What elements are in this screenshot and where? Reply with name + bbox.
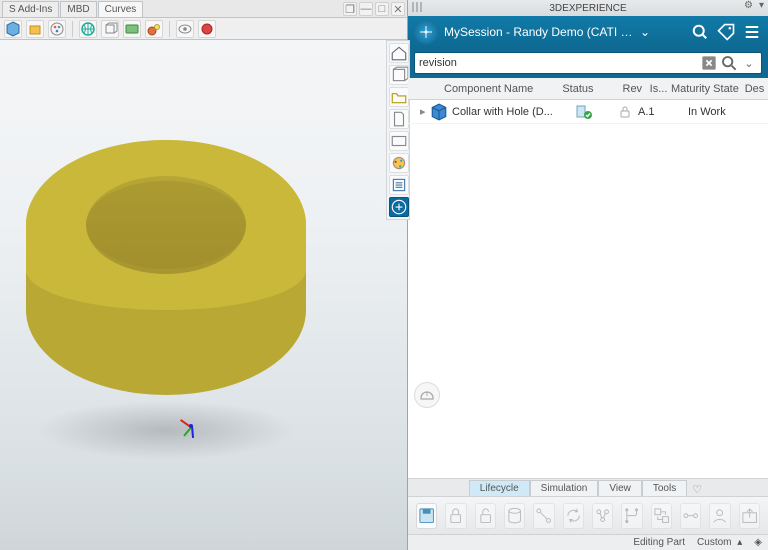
- session-dropdown-icon[interactable]: ⌄: [640, 25, 650, 39]
- toolbar-appearance-icon[interactable]: [198, 20, 216, 38]
- clear-search-icon[interactable]: [701, 55, 717, 71]
- user-icon[interactable]: [709, 503, 730, 529]
- tabs-more-icon[interactable]: ♡: [687, 483, 707, 496]
- col-status[interactable]: Status: [562, 83, 603, 95]
- tab-simulation[interactable]: Simulation: [530, 480, 599, 496]
- model-collar-part[interactable]: [26, 140, 306, 470]
- col-name[interactable]: Component Name: [444, 83, 562, 95]
- origin-triad-icon[interactable]: [181, 416, 209, 444]
- cell-maturity: In Work: [688, 106, 764, 118]
- unlock-icon[interactable]: [475, 503, 496, 529]
- window-restore-icon[interactable]: ❐: [343, 2, 357, 16]
- tab-lifecycle[interactable]: Lifecycle: [469, 480, 530, 496]
- ribbon-tab-mbd[interactable]: MBD: [60, 1, 96, 17]
- dx-side-strip: [386, 40, 410, 220]
- window-minimize-icon[interactable]: —: [359, 2, 373, 16]
- tag-icon[interactable]: [716, 22, 736, 42]
- col-rev[interactable]: Rev: [623, 83, 650, 95]
- cell-rev: A.1: [638, 106, 666, 118]
- component-cube-icon: [430, 103, 448, 121]
- grid-row[interactable]: ▸ Collar with Hole (D... A.1 In Work: [408, 100, 768, 124]
- toolbar-cube-icon[interactable]: [4, 20, 22, 38]
- cell-lock: [618, 105, 638, 119]
- revision-icon[interactable]: [592, 503, 613, 529]
- expand-icon[interactable]: ▸: [420, 105, 430, 118]
- grid-body: ▸ Collar with Hole (D... A.1 In Work: [408, 100, 768, 478]
- tab-tools[interactable]: Tools: [642, 480, 687, 496]
- database-icon[interactable]: [504, 503, 525, 529]
- strip-view-icon[interactable]: [389, 131, 409, 151]
- flow-icon[interactable]: [680, 503, 701, 529]
- toolbar-palette-icon[interactable]: [48, 20, 66, 38]
- window-close-icon[interactable]: ✕: [391, 2, 405, 16]
- status-profile[interactable]: Custom ▴: [697, 537, 742, 548]
- cad-pane: S Add-Ins MBD Curves ❐ — □ ✕: [0, 0, 407, 550]
- helmet-bubble-icon[interactable]: [414, 382, 440, 408]
- col-des[interactable]: Des: [745, 83, 768, 95]
- bottom-tabs: Lifecycle Simulation View Tools ♡: [408, 478, 768, 496]
- ribbon-tab-addins[interactable]: S Add-Ins: [2, 1, 59, 17]
- run-search-icon[interactable]: [721, 55, 737, 71]
- branch-icon[interactable]: [621, 503, 642, 529]
- search-box: ⌄: [414, 52, 762, 74]
- dx-titlebar: 3DEXPERIENCE ⚙ ▾: [408, 0, 768, 16]
- strip-folder-icon[interactable]: [389, 87, 409, 107]
- save-active-icon[interactable]: [416, 503, 437, 529]
- col-is[interactable]: Is...: [650, 83, 671, 95]
- grid-header: Component Name Status Rev Is... Maturity…: [408, 78, 768, 100]
- toolbar-hide-icon[interactable]: [176, 20, 194, 38]
- dx-pane: 3DEXPERIENCE ⚙ ▾ MySession - Randy Demo …: [407, 0, 768, 550]
- strip-model-icon[interactable]: [389, 65, 409, 85]
- settings-gear-icon[interactable]: ⚙: [744, 0, 753, 11]
- ribbon-tab-curves[interactable]: Curves: [98, 1, 144, 17]
- strip-properties-icon[interactable]: [389, 175, 409, 195]
- cad-quick-toolbar: [0, 18, 407, 40]
- toolbar-scene-icon[interactable]: [145, 20, 163, 38]
- search-input[interactable]: [419, 57, 697, 69]
- compass-icon[interactable]: [414, 20, 438, 44]
- strip-home-icon[interactable]: [389, 43, 409, 63]
- strip-document-icon[interactable]: [389, 109, 409, 129]
- status-mode: Editing Part: [633, 537, 685, 548]
- cell-status: [576, 104, 618, 120]
- status-corner-icon[interactable]: ◈: [754, 537, 762, 548]
- replace-icon[interactable]: [651, 503, 672, 529]
- cell-name: Collar with Hole (D...: [452, 106, 576, 118]
- compass-bar: MySession - Randy Demo (CATI DEMO ... ⌄: [408, 16, 768, 48]
- sync-icon[interactable]: [563, 503, 584, 529]
- window-maximize-icon[interactable]: □: [375, 2, 389, 16]
- search-scope-icon[interactable]: ⌄: [741, 55, 757, 71]
- col-maturity[interactable]: Maturity State: [671, 83, 745, 95]
- toolbar-subpart-icon[interactable]: [26, 20, 44, 38]
- lifecycle-toolbar: [408, 496, 768, 534]
- lock-icon[interactable]: [445, 503, 466, 529]
- tab-view[interactable]: View: [598, 480, 642, 496]
- toolbar-display-icon[interactable]: [123, 20, 141, 38]
- window-controls: ❐ — □ ✕: [343, 0, 405, 18]
- strip-session-icon[interactable]: [389, 197, 409, 217]
- search-row: ⌄: [408, 48, 768, 78]
- strip-globe-icon[interactable]: [389, 153, 409, 173]
- cad-viewport[interactable]: [0, 40, 407, 550]
- statusbar: Editing Part Custom ▴ ◈: [408, 534, 768, 550]
- toolbar-orient-icon[interactable]: [101, 20, 119, 38]
- toolbar-globe-icon[interactable]: [79, 20, 97, 38]
- session-label[interactable]: MySession - Randy Demo (CATI DEMO ...: [444, 25, 634, 39]
- menu-icon[interactable]: [742, 22, 762, 42]
- chevron-down-icon[interactable]: ▾: [759, 0, 764, 11]
- dx-title: 3DEXPERIENCE: [549, 3, 626, 14]
- relations-icon[interactable]: [533, 503, 554, 529]
- search-icon[interactable]: [690, 22, 710, 42]
- export-icon[interactable]: [739, 503, 760, 529]
